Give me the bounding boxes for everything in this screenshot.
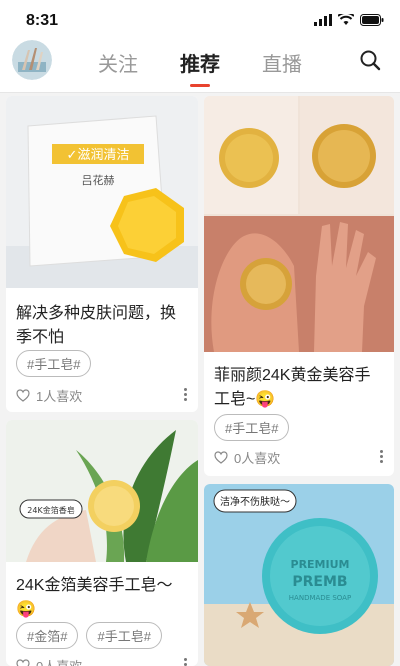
tag[interactable]: #手工皂# <box>16 350 92 377</box>
tab-live[interactable]: 直播 <box>262 48 302 77</box>
tag[interactable]: #手工皂# <box>214 414 290 441</box>
image-caption: 24K金箔香皂 <box>27 505 74 515</box>
like-text: 0人喜欢 <box>234 451 281 466</box>
post-title: 解决多种皮肤问题，换季不怕 <box>16 305 177 346</box>
post-image: PREMIUM PREMB HANDMADE SOAP 洁净不伤肤哒～ <box>204 484 394 666</box>
more-options-icon[interactable] <box>184 386 188 403</box>
avatar[interactable] <box>12 40 52 80</box>
active-tab-indicator <box>190 84 210 87</box>
top-navigation: 关注 推荐 直播 <box>0 40 400 93</box>
post-title: 24K金箔美容手工皂～😜 <box>16 577 173 618</box>
soap-label: HANDMADE SOAP <box>289 594 351 602</box>
soap-label: PREMIUM <box>291 558 350 571</box>
feed-card[interactable]: ✓滋润清洁 吕花赫 解决多种皮肤问题，换季不怕 #手工皂# 1人喜欢 <box>6 96 198 412</box>
tag[interactable]: #手工皂# <box>86 622 162 649</box>
tab-recommended[interactable]: 推荐 <box>180 48 220 77</box>
post-image: 24K金箔香皂 <box>6 420 198 562</box>
tag-list: #手工皂# <box>214 414 290 441</box>
tag[interactable]: #金箔# <box>16 622 79 649</box>
system-icons <box>314 14 384 26</box>
like-count[interactable]: 1人喜欢 <box>16 386 82 405</box>
more-options-icon[interactable] <box>184 656 188 666</box>
like-count[interactable]: 0人喜欢 <box>214 448 280 467</box>
heart-icon <box>16 659 30 666</box>
feed-card[interactable]: 菲丽颜24K黄金美容手工皂~😜 #手工皂# 0人喜欢 <box>204 96 394 476</box>
heart-icon <box>214 451 228 464</box>
search-icon[interactable] <box>358 48 382 72</box>
brand-label: 吕花赫 <box>82 174 115 187</box>
clock: 8:31 <box>26 12 59 29</box>
tag-list: #手工皂# <box>16 350 92 377</box>
status-bar: 8:31 <box>0 0 400 40</box>
more-options-icon[interactable] <box>380 448 384 465</box>
tag-list: #金箔# #手工皂# <box>16 622 162 649</box>
feed-card[interactable]: 24K金箔香皂 24K金箔美容手工皂～😜 #金箔# #手工皂# 0人喜欢 <box>6 420 198 666</box>
feed-card[interactable]: PREMIUM PREMB HANDMADE SOAP 洁净不伤肤哒～ <box>204 484 394 666</box>
wifi-icon <box>338 14 354 25</box>
image-caption: 洁净不伤肤哒～ <box>220 495 290 508</box>
box-label: ✓滋润清洁 <box>67 148 130 163</box>
post-image <box>204 96 394 352</box>
like-text: 0人喜欢 <box>36 656 82 666</box>
post-image: ✓滋润清洁 吕花赫 <box>6 96 198 288</box>
heart-icon <box>16 389 30 402</box>
signal-icon <box>314 14 332 26</box>
like-count[interactable]: 0人喜欢 <box>16 656 82 666</box>
battery-icon <box>360 14 384 26</box>
tab-following[interactable]: 关注 <box>98 48 138 77</box>
soap-label: PREMB <box>292 574 347 590</box>
like-text: 1人喜欢 <box>36 389 83 404</box>
post-title: 菲丽颜24K黄金美容手工皂~😜 <box>214 367 371 408</box>
